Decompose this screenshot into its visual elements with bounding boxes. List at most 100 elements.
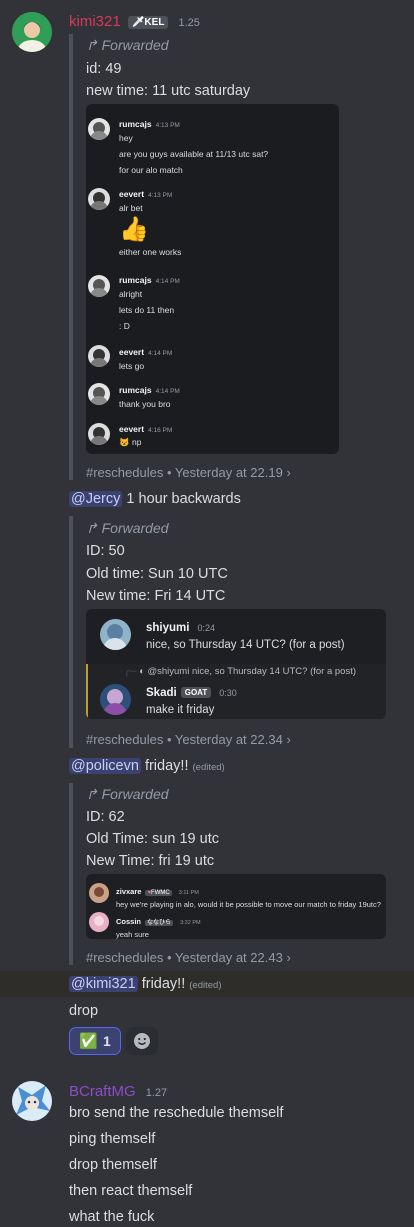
forward-image-chat[interactable]: zivxare ♥FWMC 3:11 PM hey we're playing … bbox=[86, 874, 386, 939]
reaction-count: 1 bbox=[102, 1033, 111, 1049]
chat-time: 3:32 PM bbox=[180, 920, 201, 926]
message-line: bro send the reschedule themself bbox=[69, 1105, 284, 1121]
chat-user: rumcajs bbox=[119, 119, 152, 129]
chat-user: eevert bbox=[119, 189, 145, 199]
forward-meta-2[interactable]: #reschedules • Yesterday at 22.34 › bbox=[86, 732, 291, 747]
forward-meta-3[interactable]: #reschedules • Yesterday at 22.43 › bbox=[86, 950, 291, 965]
chat-line: are you guys available at 11/13 utc sat? bbox=[119, 149, 269, 159]
chat-line: hey bbox=[119, 133, 133, 143]
chat-line: hey we're playing in alo, would it be po… bbox=[116, 900, 381, 909]
chat-time: 4:14 PM bbox=[148, 350, 173, 357]
forward-arrow-icon: ↱ bbox=[86, 520, 98, 536]
chat-time: 4:13 PM bbox=[155, 122, 180, 129]
forward-image-chat[interactable]: rumcajs 4:13 PM hey are you guys availabl… bbox=[86, 104, 339, 454]
server-tag: ななひら bbox=[145, 920, 174, 926]
add-reaction-button[interactable] bbox=[126, 1027, 158, 1055]
chat-user: shiyumi bbox=[146, 622, 190, 634]
avatar-rumcajs bbox=[88, 275, 110, 297]
avatar-skadi bbox=[100, 684, 131, 715]
reaction-check[interactable]: ✅ 1 bbox=[69, 1027, 121, 1055]
server-tag[interactable]: 🗡KEL bbox=[127, 15, 169, 29]
add-reaction-icon bbox=[134, 1033, 150, 1049]
chat-line: alr bet bbox=[119, 203, 143, 213]
forward-arrow-icon: ↱ bbox=[86, 37, 98, 53]
chat-line: 😾 np bbox=[119, 437, 172, 448]
avatar-zivxare bbox=[89, 883, 109, 903]
reply-text: nice, so Thursday 14 UTC? (for a post) bbox=[191, 666, 357, 677]
forward-time: Yesterday at 22.43 bbox=[174, 950, 283, 965]
chat-user: Skadi bbox=[146, 687, 177, 699]
sword-icon: 🗡 bbox=[131, 16, 145, 28]
message-line: then react themself bbox=[69, 1183, 193, 1199]
message-line: drop themself bbox=[69, 1157, 157, 1173]
avatar-kimi321[interactable] bbox=[12, 12, 52, 52]
channel-link[interactable]: #reschedules bbox=[86, 732, 163, 747]
edited-marker: (edited) bbox=[189, 980, 222, 991]
chat-user: Cossin bbox=[116, 917, 142, 926]
message-timestamp: 1.27 bbox=[145, 1087, 168, 1099]
reply-avatar-icon: ◐ bbox=[139, 666, 145, 677]
forward-block-2 bbox=[69, 516, 73, 748]
forward-time: Yesterday at 22.34 bbox=[174, 732, 283, 747]
chat-line: alright bbox=[119, 289, 143, 299]
edited-marker: (edited) bbox=[192, 762, 225, 773]
message-text: friday!! bbox=[141, 976, 186, 992]
message-header: kimi321 🗡KEL 1.25 bbox=[69, 13, 200, 30]
chat-user: zivxare bbox=[116, 887, 142, 896]
message-line: what the fuck bbox=[69, 1209, 155, 1225]
forward-line: id: 49 bbox=[86, 61, 122, 77]
avatar-eevert bbox=[88, 188, 110, 210]
chat-time: 0:30 bbox=[219, 688, 237, 698]
avatar-eevert bbox=[88, 345, 110, 367]
chat-line: nice, so Thursday 14 UTC? (for a post) bbox=[146, 639, 345, 651]
chat-line: either one works bbox=[119, 247, 182, 257]
reply-curve-icon: ╭─ bbox=[124, 666, 137, 677]
chat-line: thank you bro bbox=[119, 399, 171, 409]
chat-time: 3:11 PM bbox=[178, 890, 199, 896]
user-mention[interactable]: @policevn bbox=[69, 758, 141, 774]
pouting-cat-emoji: 😾 bbox=[119, 437, 130, 447]
chat-user: eevert bbox=[119, 347, 145, 357]
forward-line: New time: Fri 14 UTC bbox=[86, 588, 226, 604]
thumbs-up-emoji: 👍 bbox=[119, 216, 149, 243]
username-kimi321[interactable]: kimi321 bbox=[69, 13, 121, 30]
avatar-rumcajs bbox=[88, 118, 110, 140]
message-timestamp: 1.25 bbox=[178, 17, 200, 29]
forward-meta-1[interactable]: #reschedules • Yesterday at 22.19 › bbox=[86, 465, 291, 480]
forward-image-chat[interactable]: shiyumi 0:24 nice, so Thursday 14 UTC? (… bbox=[86, 609, 386, 719]
forward-line: ID: 62 bbox=[86, 809, 125, 825]
chat-line: lets do 11 then bbox=[119, 305, 175, 315]
username-bcraftmg[interactable]: BCraftMG bbox=[69, 1083, 136, 1100]
forward-line: ID: 50 bbox=[86, 543, 125, 559]
message-line: @kimi321 friday!! (edited) bbox=[69, 976, 221, 992]
message-header: BCraftMG 1.27 bbox=[69, 1083, 167, 1100]
user-mention[interactable]: @kimi321 bbox=[69, 976, 138, 992]
server-tag: ♥FWMC bbox=[145, 890, 172, 896]
chat-line: lets go bbox=[119, 361, 145, 371]
forward-line: New Time: fri 19 utc bbox=[86, 853, 215, 869]
reply-reference[interactable]: ╭─ ◐ @shiyumi nice, so Thursday 14 UTC? … bbox=[124, 666, 356, 677]
message-line: drop bbox=[69, 1003, 99, 1019]
chat-time: 0:24 bbox=[197, 623, 216, 633]
channel-link[interactable]: #reschedules bbox=[86, 465, 163, 480]
message-line: ping themself bbox=[69, 1131, 156, 1147]
forward-block-3 bbox=[69, 783, 73, 965]
user-mention[interactable]: @Jercy bbox=[69, 491, 123, 507]
chat-time: 4:13 PM bbox=[148, 192, 173, 199]
avatar-shiyumi bbox=[100, 619, 131, 650]
channel-link[interactable]: #reschedules bbox=[86, 950, 163, 965]
forward-line: new time: 11 utc saturday bbox=[86, 83, 251, 99]
message-text: 1 hour backwards bbox=[126, 491, 241, 507]
chat-user: rumcajs bbox=[119, 275, 152, 285]
avatar-eevert bbox=[88, 423, 110, 445]
forward-block-1 bbox=[69, 34, 73, 480]
avatar-cossin bbox=[89, 912, 109, 932]
forward-line: Old time: Sun 10 UTC bbox=[86, 566, 228, 582]
server-tag: GOAT bbox=[180, 686, 212, 698]
chat-user: rumcajs bbox=[119, 385, 152, 395]
forwarded-label: ↱ Forwarded bbox=[86, 520, 169, 536]
message-line: @Jercy 1 hour backwards bbox=[69, 491, 241, 507]
avatar-bcraftmg[interactable] bbox=[12, 1081, 52, 1121]
chat-line: yeah sure bbox=[116, 930, 149, 939]
forward-line: Old Time: sun 19 utc bbox=[86, 831, 219, 847]
